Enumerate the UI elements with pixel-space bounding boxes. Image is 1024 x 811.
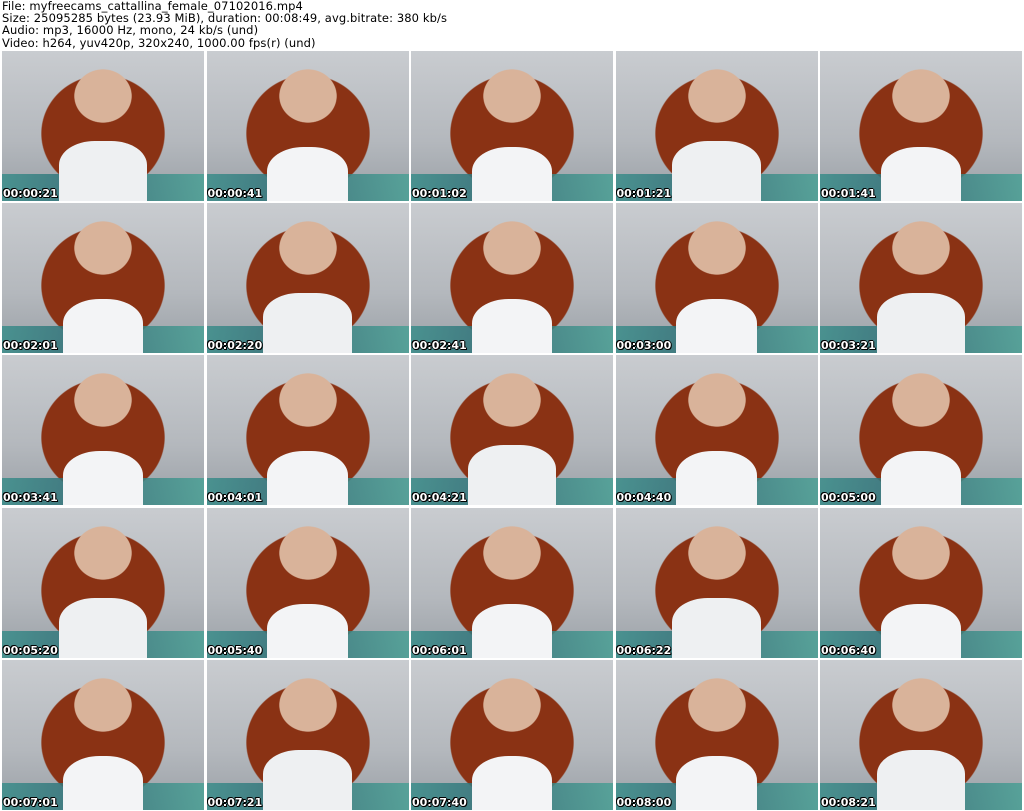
frame-timestamp: 00:06:22 [616, 643, 672, 657]
frame-subject-detail [267, 603, 348, 658]
frame-timestamp: 00:04:01 [207, 491, 263, 505]
frame-timestamp: 00:02:20 [207, 339, 263, 353]
video-frame-thumbnail: 00:02:20 [206, 203, 409, 354]
frame-timestamp: 00:05:00 [821, 491, 876, 505]
frame-subject-detail [267, 451, 348, 506]
frame-subject-detail [876, 293, 966, 354]
frame-subject-detail [267, 147, 348, 201]
frame-timestamp: 00:02:41 [412, 339, 467, 353]
file-info-header: File: myfreecams_cattallina_female_07102… [2, 0, 1022, 49]
frame-subject-detail [676, 755, 757, 810]
frame-timestamp: 00:01:02 [412, 187, 467, 200]
frame-timestamp: 00:07:21 [207, 795, 263, 809]
frame-timestamp: 00:06:01 [412, 643, 467, 657]
frame-subject-detail [58, 597, 148, 658]
frame-subject-detail [58, 141, 148, 201]
video-frame-thumbnail: 00:03:00 [615, 203, 818, 354]
video-frame-thumbnail: 00:04:40 [615, 355, 818, 506]
frame-timestamp: 00:01:21 [616, 187, 672, 200]
frame-timestamp: 00:00:21 [3, 187, 58, 200]
video-frame-thumbnail: 00:05:40 [206, 507, 409, 658]
frame-timestamp: 00:05:40 [207, 643, 263, 657]
frame-subject-detail [263, 293, 352, 354]
frame-subject-detail [263, 749, 352, 810]
frame-subject-detail [471, 299, 553, 354]
video-frame-thumbnail: 00:08:21 [820, 659, 1022, 810]
video-frame-thumbnail: 00:02:41 [411, 203, 613, 354]
video-frame-thumbnail: 00:07:40 [411, 659, 613, 810]
frame-subject-detail [676, 299, 757, 354]
frame-timestamp: 00:06:40 [821, 643, 876, 657]
frame-timestamp: 00:01:41 [821, 187, 876, 200]
frame-subject-detail [471, 147, 553, 201]
video-frame-thumbnail: 00:01:21 [615, 51, 818, 201]
frame-subject-detail [467, 445, 557, 506]
video-frame-thumbnail: 00:07:01 [2, 659, 204, 810]
video-frame-thumbnail: 00:06:22 [615, 507, 818, 658]
audio-info: Audio: mp3, 16000 Hz, mono, 24 kb/s (und… [2, 23, 259, 38]
video-frame-thumbnail: 00:00:21 [2, 51, 204, 201]
frame-subject-detail [880, 603, 962, 658]
video-frame-thumbnail: 00:04:01 [206, 355, 409, 506]
frame-timestamp: 00:00:41 [207, 187, 263, 200]
video-frame-thumbnail: 00:01:02 [411, 51, 613, 201]
thumbnail-grid: 00:00:21 00:00:41 00:01:02 00:01:21 00:01:41… [2, 51, 1022, 810]
frame-subject-detail [672, 141, 761, 201]
video-frame-thumbnail: 00:06:40 [820, 507, 1022, 658]
frame-subject-detail [62, 755, 144, 810]
video-frame-thumbnail: 00:06:01 [411, 507, 613, 658]
frame-timestamp: 00:02:01 [3, 339, 58, 353]
frame-timestamp: 00:07:40 [412, 795, 467, 809]
frame-timestamp: 00:08:00 [616, 795, 672, 809]
frame-subject-detail [876, 749, 966, 810]
video-frame-thumbnail: 00:05:00 [820, 355, 1022, 506]
frame-subject-detail [880, 147, 962, 201]
video-frame-thumbnail: 00:02:01 [2, 203, 204, 354]
frame-timestamp: 00:03:21 [821, 339, 876, 353]
video-info: Video: h264, yuv420p, 320x240, 1000.00 f… [2, 35, 316, 50]
frame-timestamp: 00:08:21 [821, 795, 876, 809]
frame-subject-detail [880, 451, 962, 506]
frame-subject-detail [676, 451, 757, 506]
frame-timestamp: 00:07:01 [3, 795, 58, 809]
frame-timestamp: 00:04:21 [412, 491, 467, 505]
frame-timestamp: 00:04:40 [616, 491, 672, 505]
video-frame-thumbnail: 00:03:41 [2, 355, 204, 506]
video-frame-thumbnail: 00:01:41 [820, 51, 1022, 201]
video-frame-thumbnail: 00:00:41 [206, 51, 409, 201]
frame-timestamp: 00:03:00 [616, 339, 672, 353]
video-frame-thumbnail: 00:03:21 [820, 203, 1022, 354]
frame-timestamp: 00:05:20 [3, 643, 58, 657]
frame-subject-detail [672, 597, 761, 658]
video-frame-thumbnail: 00:04:21 [411, 355, 613, 506]
frame-subject-detail [62, 299, 144, 354]
video-frame-thumbnail: 00:07:21 [206, 659, 409, 810]
frame-subject-detail [471, 755, 553, 810]
frame-subject-detail [471, 603, 553, 658]
video-frame-thumbnail: 00:08:00 [615, 659, 818, 810]
frame-subject-detail [62, 451, 144, 506]
video-frame-thumbnail: 00:05:20 [2, 507, 204, 658]
frame-timestamp: 00:03:41 [3, 491, 58, 505]
